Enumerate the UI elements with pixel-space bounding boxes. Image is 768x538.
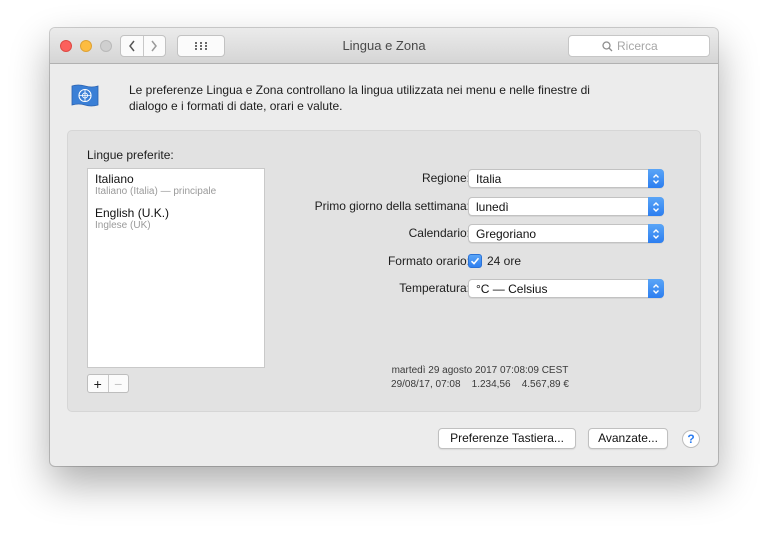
chevron-up-down-icon [648,224,664,243]
preferences-window: Lingua e Zona Le preferenze Lingua e Zon… [50,28,718,466]
temperature-value: °C — Celsius [476,282,548,296]
first-day-value: lunedì [476,200,509,214]
preferred-languages-label: Lingue preferite: [87,148,174,162]
close-button[interactable] [60,40,72,52]
region-value: Italia [476,172,502,186]
chevron-right-icon [151,40,158,52]
add-language-button[interactable]: + [88,375,108,392]
back-button[interactable] [121,36,143,56]
sample-date: martedì 29 agosto 2017 07:08:09 CEST [391,365,569,376]
temperature-label: Temperatura: [399,281,470,295]
time-format-label: Formato orario: [387,254,470,268]
first-day-label: Primo giorno della settimana: [314,199,470,213]
temperature-select[interactable]: °C — Celsius [468,279,664,298]
calendar-label: Calendario: [408,226,470,240]
help-button[interactable]: ? [682,430,700,448]
24-hour-checkbox[interactable] [468,254,482,268]
keyboard-preferences-button[interactable]: Preferenze Tastiera... [438,428,576,449]
zoom-button [100,40,112,52]
advanced-button[interactable]: Avanzate... [588,428,668,449]
sample-numbers: 29/08/17, 07:08 1.234,56 4.567,89 € [391,379,569,390]
grid-icon [195,42,207,50]
region-select[interactable]: Italia [468,169,664,188]
checkmark-icon [470,257,480,265]
nav-buttons [120,35,166,57]
search-icon [602,41,613,52]
intro-text: Le preferenze Lingua e Zona controllano … [129,83,590,113]
forward-button[interactable] [142,36,166,56]
title-bar: Lingua e Zona [50,28,718,64]
calendar-select[interactable]: Gregoriano [468,224,664,243]
un-flag-icon [71,84,99,107]
chevron-left-icon [128,40,135,52]
add-remove-buttons: + − [87,374,129,393]
show-all-button[interactable] [177,35,225,57]
chevron-up-down-icon [648,279,664,298]
calendar-value: Gregoriano [476,227,537,241]
chevron-up-down-icon [648,197,664,216]
chevron-up-down-icon [648,169,664,188]
minimize-button[interactable] [80,40,92,52]
24-hour-label[interactable]: 24 ore [487,252,521,270]
first-day-select[interactable]: lunedì [468,197,664,216]
remove-language-button: − [107,375,129,392]
region-label: Regione: [421,171,470,185]
search-input[interactable] [568,35,710,57]
